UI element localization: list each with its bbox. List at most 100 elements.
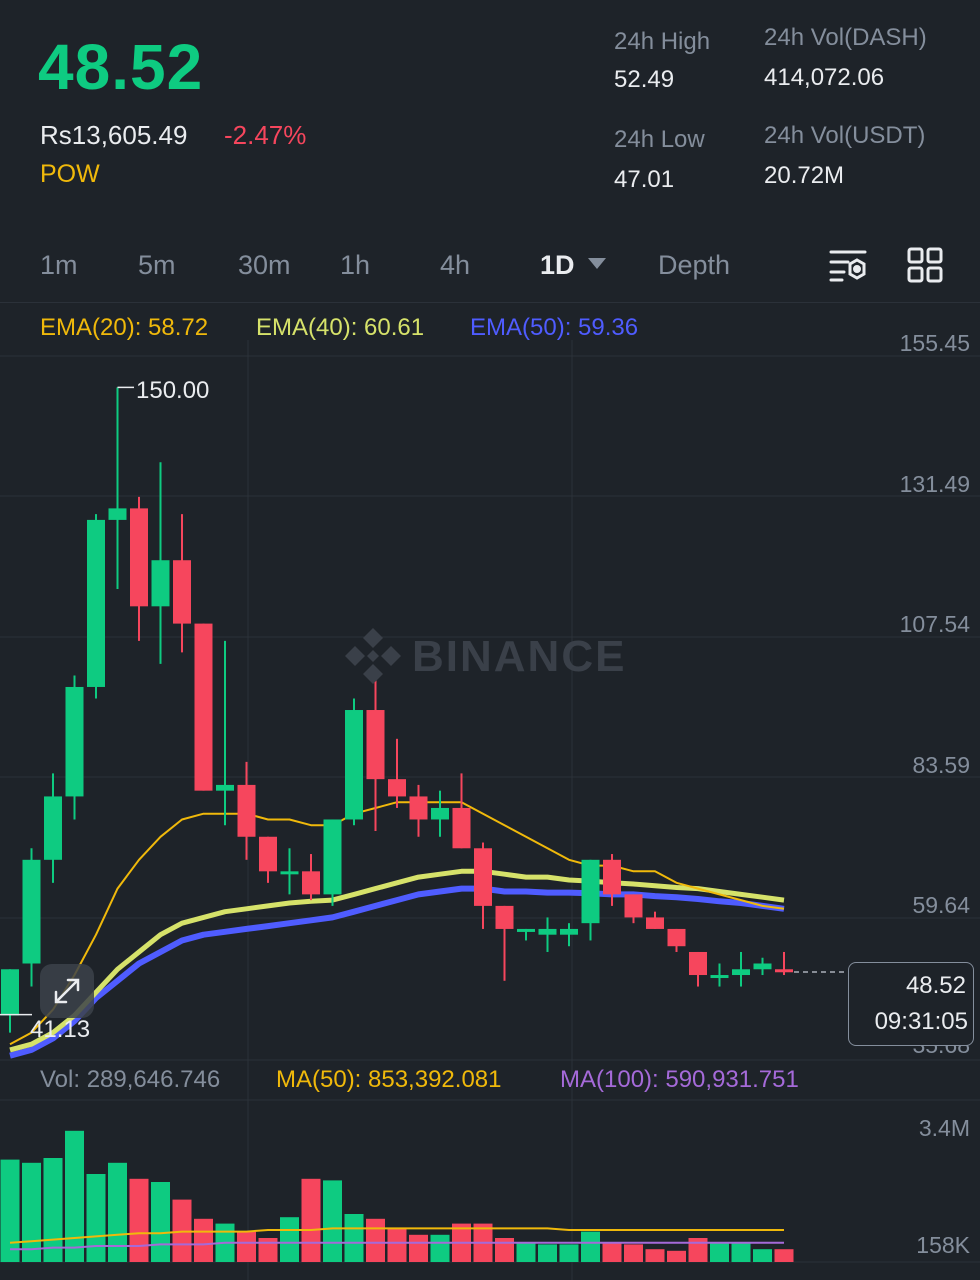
candle-body — [452, 807, 471, 849]
candle-body — [65, 686, 84, 797]
ema50-line — [9, 885, 785, 1059]
candle-body — [560, 928, 578, 935]
vol-quote-value: 20.72M — [764, 162, 845, 189]
volume-bar — [538, 1244, 557, 1262]
volume-bar — [387, 1228, 407, 1262]
volume-bar — [624, 1244, 643, 1262]
candle-body — [581, 859, 600, 924]
volume-bar — [301, 1178, 321, 1262]
candle-body — [710, 975, 729, 979]
vol-quote-label: 24h Vol(USDT) — [764, 122, 926, 149]
candle-body — [345, 710, 363, 820]
price-axis-label: 107.54 — [899, 611, 970, 637]
volume-bar — [43, 1158, 63, 1262]
candle-body — [151, 560, 170, 607]
volume-bar — [86, 1174, 106, 1262]
volume-bar — [65, 1130, 84, 1262]
tab-depth[interactable]: Depth — [658, 250, 730, 281]
price-axis-label: 83.59 — [912, 752, 970, 778]
grid-layout-icon[interactable] — [906, 246, 944, 284]
candle-body — [87, 519, 105, 687]
candle-body — [130, 508, 148, 607]
volume-bar — [710, 1242, 729, 1262]
low-marker-label: 41.13 — [30, 1016, 91, 1043]
low-24h-value: 47.01 — [614, 166, 675, 193]
candle-body — [431, 807, 449, 820]
volume-bar — [151, 1182, 170, 1262]
vol-ma50-legend: MA(50): 853,392.081 — [276, 1066, 502, 1093]
volume-bar — [0, 1159, 20, 1262]
candle-countdown: 09:31:05 — [874, 1008, 968, 1035]
price-change-percent: -2.47% — [224, 120, 307, 150]
candle-body — [1, 969, 19, 1016]
vol-base-label: 24h Vol(DASH) — [764, 24, 927, 51]
candle-body — [237, 784, 256, 837]
volume-bar — [731, 1242, 751, 1262]
candle-body — [173, 560, 191, 624]
candle-body — [108, 508, 127, 520]
tab-4h[interactable]: 4h — [440, 250, 470, 281]
candle-body — [538, 928, 557, 935]
volume-bar — [495, 1238, 514, 1262]
candle-body — [495, 905, 514, 929]
candle-body — [517, 928, 535, 932]
candle-body — [624, 894, 643, 918]
tab-1h[interactable]: 1h — [340, 250, 370, 281]
high-marker-label: 150.00 — [136, 377, 210, 404]
volume-bar — [129, 1178, 149, 1262]
chart-settings-icon[interactable] — [828, 246, 868, 284]
candle-body — [732, 969, 750, 976]
expand-icon — [54, 978, 80, 1004]
price-axis-label: 59.64 — [912, 892, 970, 918]
candle-body — [323, 819, 342, 895]
high-24h-label: 24h High — [614, 28, 711, 55]
current-price-label: 48.52 — [905, 972, 966, 999]
candle-body — [280, 871, 299, 875]
candle-body — [388, 779, 406, 797]
candle-body — [667, 928, 686, 947]
volume-legend: Vol: 289,646.746 — [40, 1066, 221, 1093]
volume-bar — [258, 1238, 278, 1262]
candlestick-chart[interactable] — [0, 300, 980, 1280]
candle-body — [775, 969, 793, 973]
volume-bar — [774, 1249, 794, 1262]
candle-body — [753, 963, 772, 970]
ema20-line — [9, 801, 785, 1046]
tab-30m[interactable]: 30m — [238, 250, 291, 281]
volume-bar — [645, 1249, 665, 1262]
candle-body — [22, 859, 41, 964]
volume-bar — [602, 1242, 622, 1262]
volume-bar — [280, 1217, 299, 1262]
candle-body — [366, 710, 385, 780]
volume-bar — [409, 1234, 428, 1262]
price-axis-label: 155.45 — [899, 330, 970, 356]
candle-body — [474, 848, 492, 906]
volume-bar — [667, 1250, 686, 1262]
candle-body — [194, 623, 213, 791]
candle-body — [216, 784, 234, 791]
expand-button[interactable] — [40, 964, 94, 1018]
candle-body — [302, 871, 320, 895]
vol-ma100-legend: MA(100): 590,931.751 — [560, 1066, 799, 1093]
volume-bar — [237, 1231, 256, 1262]
volume-bar — [581, 1231, 600, 1262]
volume-bar — [108, 1162, 127, 1262]
volume-bar — [753, 1249, 772, 1262]
tab-5m[interactable]: 5m — [138, 250, 176, 281]
volume-axis-label: 3.4M — [918, 1115, 970, 1141]
vol-base-value: 414,072.06 — [764, 64, 885, 91]
high-24h-value: 52.49 — [614, 66, 675, 93]
watermark-text: BINANCE — [412, 632, 627, 681]
chevron-down-icon[interactable] — [588, 258, 606, 269]
tab-1d[interactable]: 1D — [540, 250, 575, 281]
candle-body — [689, 951, 707, 976]
candle-body — [646, 917, 664, 929]
low-24h-label: 24h Low — [614, 126, 705, 153]
candle-body — [603, 859, 621, 895]
volume-bar — [430, 1234, 450, 1262]
last-price: 48.52 — [38, 31, 204, 103]
volume-bar — [688, 1238, 708, 1262]
tab-1m[interactable]: 1m — [40, 250, 78, 281]
coin-tag[interactable]: POW — [40, 160, 100, 189]
price-axis-label: 131.49 — [899, 471, 970, 497]
